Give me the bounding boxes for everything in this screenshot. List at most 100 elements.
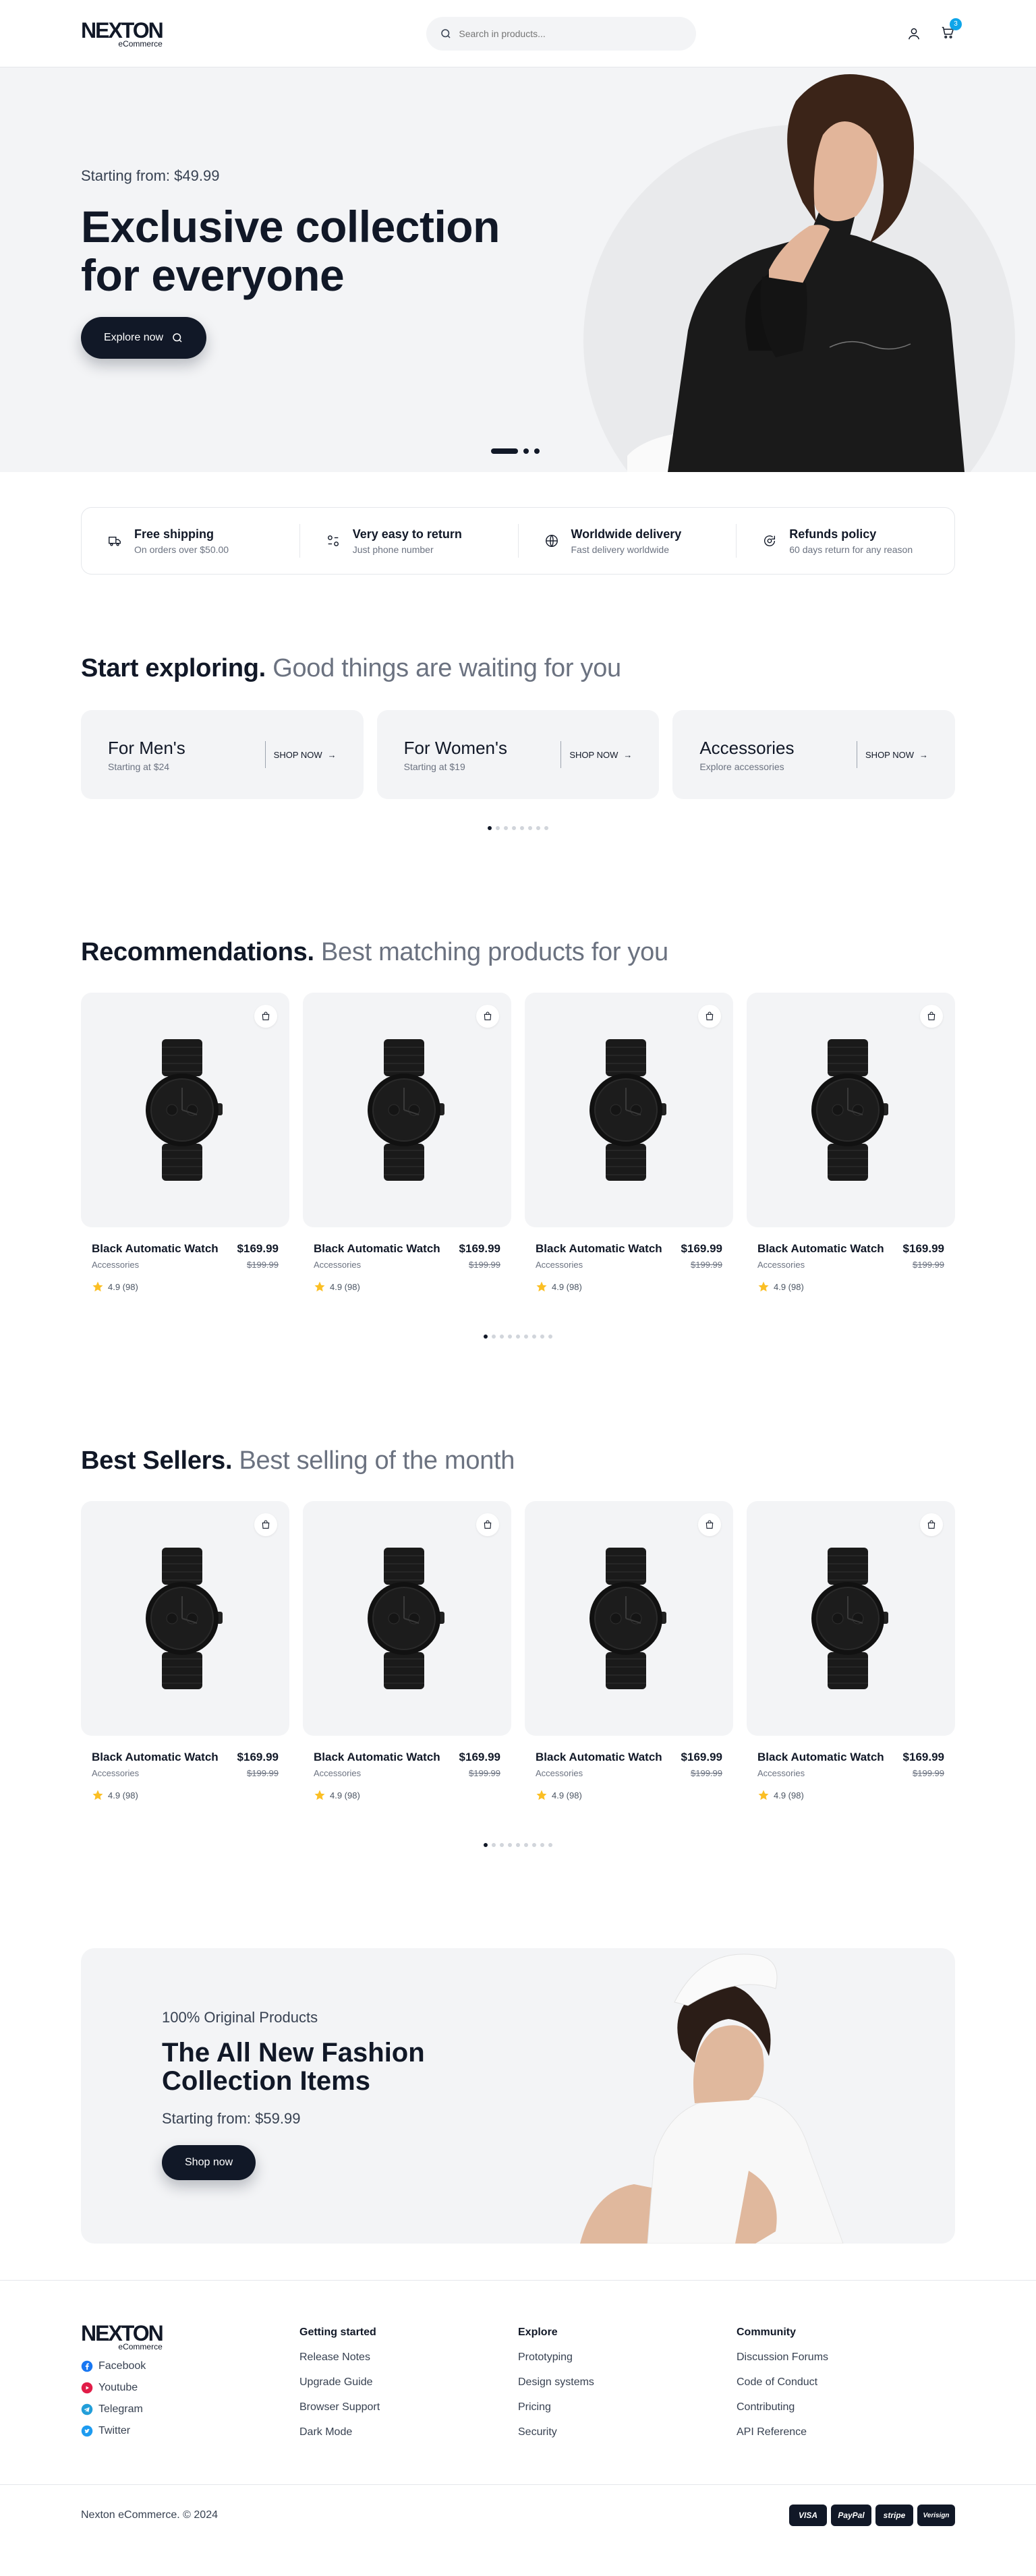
footer-link[interactable]: Contributing: [737, 2401, 955, 2413]
hero-carousel-dots: [491, 448, 540, 454]
carousel-dot[interactable]: [492, 1843, 496, 1847]
add-to-bag-button[interactable]: [254, 1005, 277, 1028]
carousel-dot[interactable]: [523, 448, 529, 454]
footer-link[interactable]: Discussion Forums: [737, 2351, 955, 2364]
footer-link[interactable]: Pricing: [518, 2401, 737, 2413]
product-image[interactable]: [81, 993, 289, 1227]
carousel-dot[interactable]: [540, 1843, 544, 1847]
search-input[interactable]: [459, 28, 683, 39]
product-card[interactable]: Black Automatic Watch $169.99 Accessories…: [525, 1501, 733, 1801]
carousel-dot[interactable]: [548, 1335, 552, 1339]
shop-now-link[interactable]: SHOP NOW →: [264, 741, 337, 768]
add-to-bag-button[interactable]: [476, 1513, 499, 1536]
social-facebook[interactable]: Facebook: [81, 2360, 299, 2372]
category-card-women[interactable]: For Women's Starting at $19 SHOP NOW →: [376, 710, 660, 799]
product-name[interactable]: Black Automatic Watch: [314, 1751, 440, 1764]
add-to-bag-button[interactable]: [920, 1005, 943, 1028]
shopping-bag-icon: [927, 1012, 936, 1020]
footer-link[interactable]: Upgrade Guide: [299, 2376, 518, 2389]
add-to-bag-button[interactable]: [920, 1513, 943, 1536]
search-icon: [173, 333, 182, 343]
product-name[interactable]: Black Automatic Watch: [757, 1242, 884, 1256]
carousel-dot-active[interactable]: [484, 1335, 488, 1339]
add-to-bag-button[interactable]: [476, 1005, 499, 1028]
cart-button[interactable]: 3: [940, 18, 962, 43]
product-name[interactable]: Black Automatic Watch: [314, 1242, 440, 1256]
footer-link[interactable]: Dark Mode: [299, 2426, 518, 2438]
footer-link[interactable]: Security: [518, 2426, 737, 2438]
category-card-men[interactable]: For Men's Starting at $24 SHOP NOW →: [81, 710, 364, 799]
product-card[interactable]: Black Automatic Watch $169.99 Accessories…: [303, 993, 511, 1293]
product-name[interactable]: Black Automatic Watch: [536, 1751, 662, 1764]
shop-now-button[interactable]: Shop now: [162, 2145, 256, 2180]
carousel-dot[interactable]: [500, 1335, 504, 1339]
user-icon[interactable]: [906, 26, 921, 41]
product-card[interactable]: Black Automatic Watch $169.99 Accessories…: [303, 1501, 511, 1801]
product-card[interactable]: Black Automatic Watch $169.99 Accessories…: [747, 993, 955, 1293]
product-card[interactable]: Black Automatic Watch $169.99 Accessories…: [81, 1501, 289, 1801]
product-image[interactable]: [525, 1501, 733, 1736]
product-image[interactable]: [747, 993, 955, 1227]
footer-link[interactable]: Code of Conduct: [737, 2376, 955, 2389]
carousel-dot-active[interactable]: [491, 448, 518, 454]
shop-now-link[interactable]: SHOP NOW →: [857, 741, 928, 768]
add-to-bag-button[interactable]: [698, 1513, 721, 1536]
watch-image: [367, 1548, 444, 1689]
footer-link[interactable]: Browser Support: [299, 2401, 518, 2413]
footer-link[interactable]: Release Notes: [299, 2351, 518, 2364]
product-image[interactable]: [525, 993, 733, 1227]
carousel-dot-active[interactable]: [488, 826, 492, 830]
product-name[interactable]: Black Automatic Watch: [536, 1242, 662, 1256]
carousel-dot[interactable]: [532, 1843, 536, 1847]
product-name[interactable]: Black Automatic Watch: [92, 1242, 219, 1256]
carousel-dot[interactable]: [540, 1335, 544, 1339]
product-image[interactable]: [303, 993, 511, 1227]
carousel-dot[interactable]: [508, 1843, 512, 1847]
product-card[interactable]: Black Automatic Watch $169.99 Accessories…: [747, 1501, 955, 1801]
shop-now-link[interactable]: SHOP NOW →: [560, 741, 632, 768]
product-image[interactable]: [747, 1501, 955, 1736]
carousel-dot[interactable]: [508, 1335, 512, 1339]
add-to-bag-button[interactable]: [698, 1005, 721, 1028]
add-to-bag-button[interactable]: [254, 1513, 277, 1536]
product-card[interactable]: Black Automatic Watch $169.99 Accessories…: [81, 993, 289, 1293]
carousel-dot[interactable]: [504, 826, 508, 830]
carousel-dot[interactable]: [544, 826, 548, 830]
carousel-dot[interactable]: [520, 826, 524, 830]
feature-sub: Just phone number: [352, 544, 434, 555]
search-bar[interactable]: [426, 17, 697, 51]
footer-link[interactable]: Prototyping: [518, 2351, 737, 2364]
logo-wordmark: NEXTON: [81, 18, 164, 42]
social-telegram[interactable]: Telegram: [81, 2403, 299, 2416]
explore-now-button[interactable]: Explore now: [81, 317, 207, 359]
social-youtube[interactable]: Youtube: [81, 2382, 299, 2394]
carousel-dot[interactable]: [524, 1335, 528, 1339]
carousel-dot[interactable]: [516, 1843, 520, 1847]
carousel-dot-active[interactable]: [484, 1843, 488, 1847]
carousel-dot[interactable]: [532, 1335, 536, 1339]
carousel-dot[interactable]: [524, 1843, 528, 1847]
carousel-dot[interactable]: [500, 1843, 504, 1847]
feature-free-shipping: Free shipping On orders over $50.00: [82, 524, 300, 558]
footer-link[interactable]: API Reference: [737, 2426, 955, 2438]
product-image[interactable]: [303, 1501, 511, 1736]
carousel-dot[interactable]: [534, 448, 540, 454]
product-name[interactable]: Black Automatic Watch: [92, 1751, 219, 1764]
carousel-dot[interactable]: [496, 826, 500, 830]
category-card-accessories[interactable]: Accessories Explore accessories SHOP NOW →: [672, 710, 956, 799]
product-name[interactable]: Black Automatic Watch: [757, 1751, 884, 1764]
cart-count-badge: 3: [949, 18, 962, 30]
star-icon: [314, 1790, 325, 1801]
carousel-dot[interactable]: [528, 826, 532, 830]
site-logo[interactable]: NEXTON eCommerce: [81, 18, 164, 48]
footer-logo[interactable]: NEXTON eCommerce: [81, 2322, 164, 2351]
product-card[interactable]: Black Automatic Watch $169.99 Accessories…: [525, 993, 733, 1293]
carousel-dot[interactable]: [512, 826, 516, 830]
carousel-dot[interactable]: [492, 1335, 496, 1339]
carousel-dot[interactable]: [536, 826, 540, 830]
product-image[interactable]: [81, 1501, 289, 1736]
carousel-dot[interactable]: [516, 1335, 520, 1339]
social-twitter[interactable]: Twitter: [81, 2425, 299, 2437]
carousel-dot[interactable]: [548, 1843, 552, 1847]
footer-link[interactable]: Design systems: [518, 2376, 737, 2389]
